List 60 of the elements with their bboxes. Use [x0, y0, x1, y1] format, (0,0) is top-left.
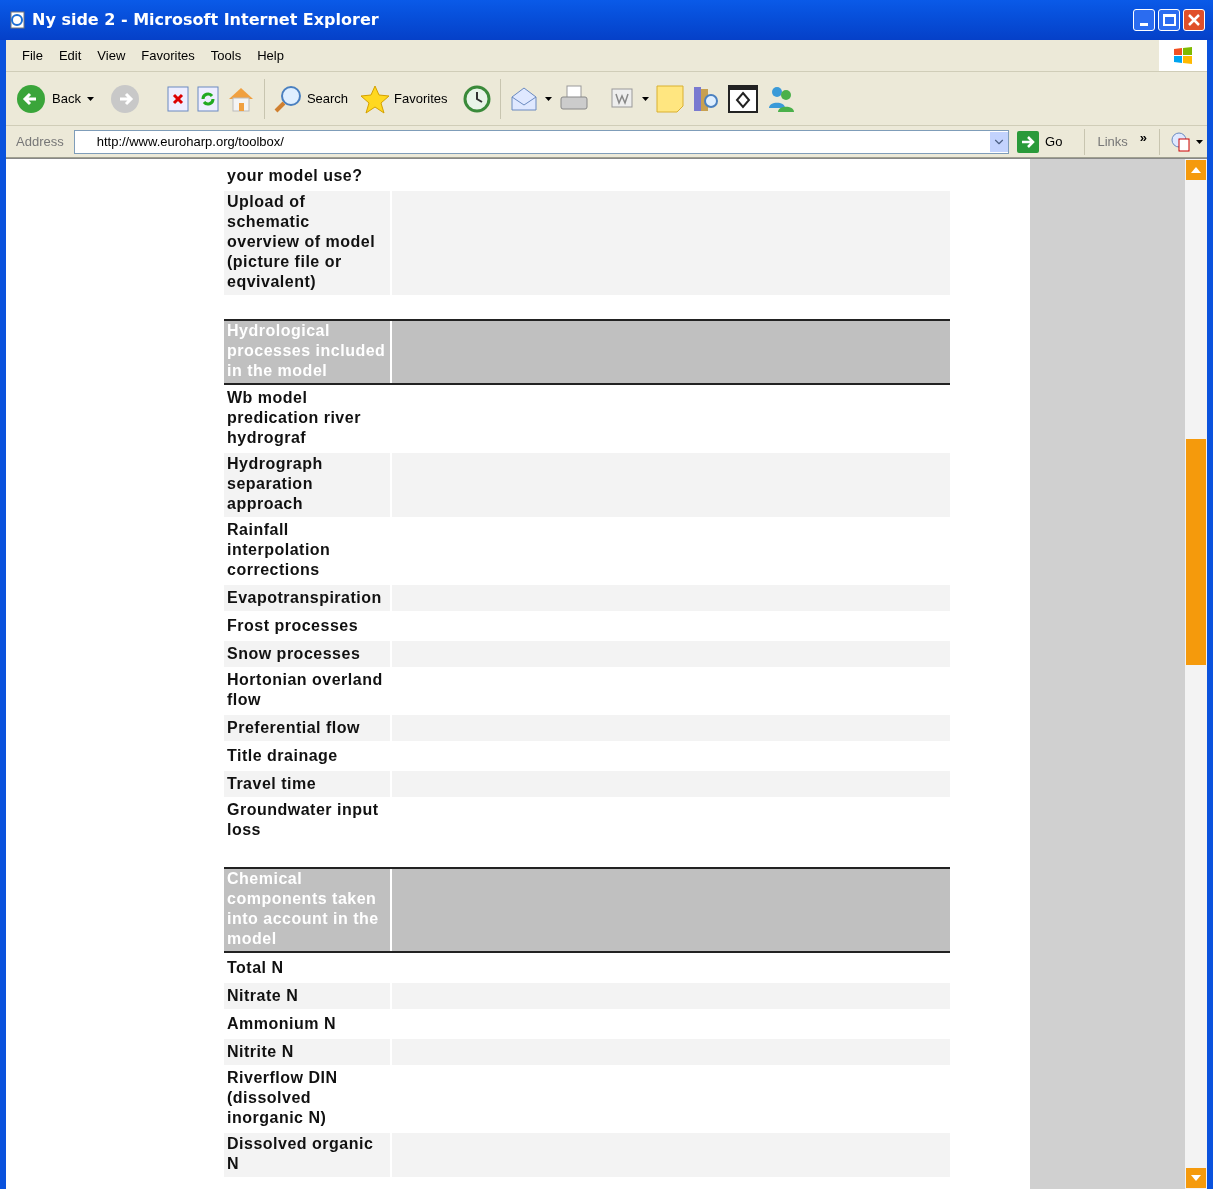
row-label: Wb model predication river hydrograf [227, 388, 362, 448]
star-icon [360, 83, 391, 114]
row-label: Riverflow DIN (dissolved inorganic N) [227, 1068, 339, 1128]
close-button[interactable] [1183, 9, 1205, 31]
row-label: Hortonian overland flow [227, 670, 384, 710]
caret-icon[interactable] [86, 96, 94, 101]
search-button[interactable]: Search [272, 83, 349, 114]
row-label: Nitrite N [227, 1042, 294, 1062]
row-label: Ammonium N [227, 1014, 336, 1034]
row-label: Evapotranspiration [227, 588, 382, 608]
row-label: Preferential flow [227, 718, 360, 738]
menu-item[interactable]: File [14, 45, 51, 66]
caret-icon[interactable] [544, 96, 552, 101]
row-label: Dissolved organic N [227, 1134, 375, 1174]
links-button[interactable]: Links [1097, 131, 1128, 152]
section-title: Hydrological processes included in the model [227, 321, 387, 381]
row-label: Hydrograph separation approach [227, 454, 324, 514]
window-title: Ny side 2 - Microsoft Internet Explorer [32, 9, 379, 31]
row-label: your model use? [227, 166, 363, 186]
section-title: Chemical components taken into account in the model [227, 869, 380, 949]
row-label: Frost processes [227, 616, 359, 636]
scroll-up-button[interactable] [1186, 160, 1206, 180]
minimize-button[interactable] [1133, 9, 1155, 31]
more-links-button[interactable]: » [1139, 127, 1147, 148]
maximize-button[interactable] [1158, 9, 1180, 31]
row-label: Rainfall interpolation corrections [227, 520, 332, 580]
back-button[interactable]: Back [16, 83, 81, 114]
scroll-down-button[interactable] [1186, 1168, 1206, 1188]
stop-icon[interactable] [165, 85, 190, 112]
scroll-thumb[interactable] [1186, 439, 1206, 665]
menu-item[interactable]: Help [249, 45, 292, 66]
scrollbar[interactable] [1185, 159, 1207, 1189]
row-label: Nitrate N [227, 986, 299, 1006]
address-field[interactable]: http://www.euroharp.org/toolbox/ [73, 129, 1010, 154]
dropdown-button[interactable] [990, 131, 1009, 152]
down-triangle-icon [1191, 1175, 1201, 1181]
caret-icon[interactable] [1196, 139, 1203, 144]
caret-icon[interactable] [641, 96, 649, 101]
up-triangle-icon [1191, 167, 1201, 173]
favorites-button[interactable]: Favorites [360, 83, 448, 114]
browser-page-icon [8, 10, 28, 30]
word-document-icon[interactable] [609, 86, 636, 111]
go-button[interactable]: Go [1013, 130, 1067, 153]
history-icon[interactable] [461, 83, 492, 114]
row-label: Groundwater input loss [227, 800, 380, 840]
window-icon[interactable] [726, 83, 759, 114]
row-label: Title drainage [227, 746, 338, 766]
menu-item[interactable]: View [89, 45, 134, 66]
menu-item[interactable]: Favorites [133, 45, 203, 66]
close-icon [1188, 14, 1200, 26]
search-icon [272, 83, 303, 114]
refresh-icon[interactable] [195, 85, 220, 112]
menu-item[interactable]: Tools [202, 45, 250, 66]
row-label: Total N [227, 958, 284, 978]
row-label: Snow processes [227, 644, 361, 664]
address-label: Address [15, 132, 65, 151]
row-label: Upload of schematic overview of model (picture file or eqvivalent) [227, 192, 377, 292]
windows-logo [1159, 40, 1207, 71]
menu-item[interactable]: Edit [50, 45, 90, 66]
row-label: Travel time [227, 774, 317, 794]
